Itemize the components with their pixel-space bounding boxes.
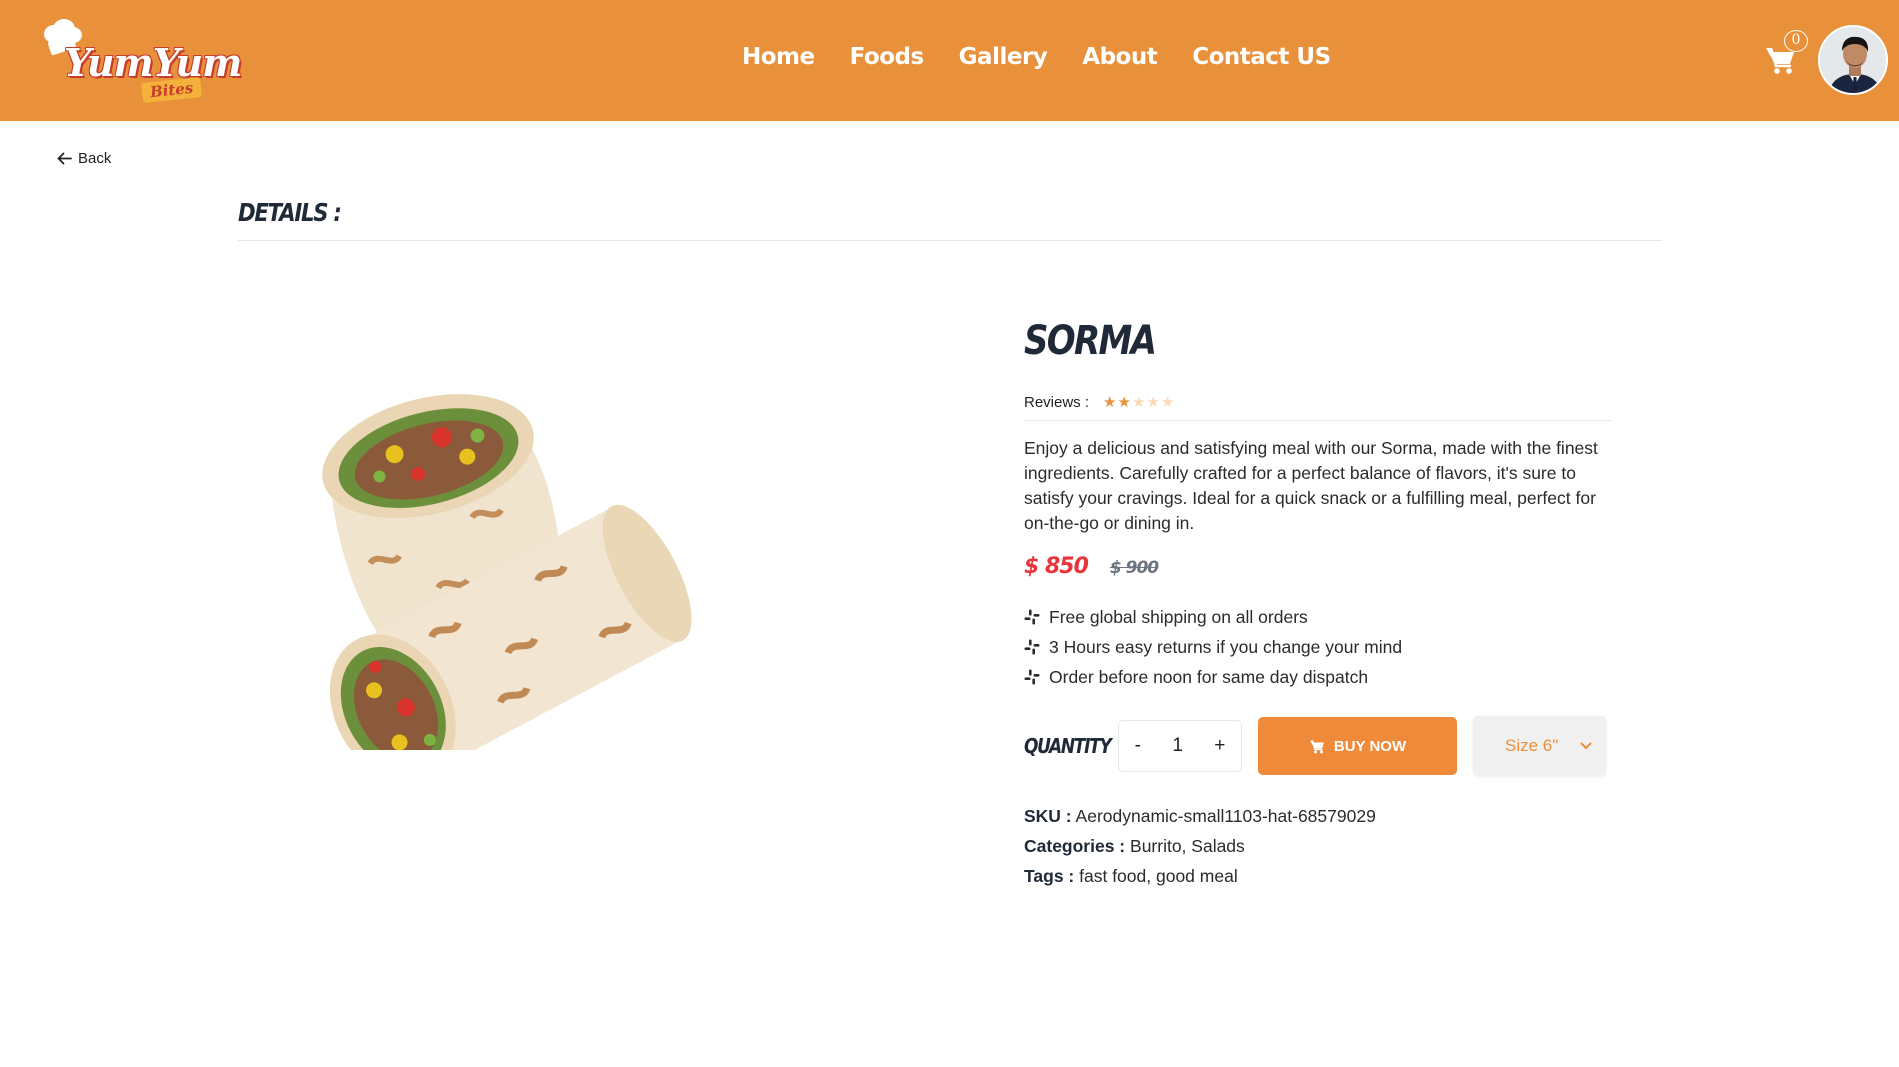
tags-value: fast food, good meal <box>1079 866 1238 886</box>
star-icon: ★ <box>1160 394 1175 411</box>
feature-item: Free global shipping on all orders <box>1024 602 1402 632</box>
feature-text: Free global shipping on all orders <box>1049 606 1308 627</box>
star-icon: ★ <box>1146 394 1160 411</box>
cart-count-badge: 0 <box>1784 30 1808 52</box>
size-select[interactable]: Size 6" <box>1473 716 1606 776</box>
price-current: $ 850 <box>1024 554 1089 579</box>
nav-contact[interactable]: Contact US <box>1192 44 1331 70</box>
back-link[interactable]: Back <box>57 150 111 167</box>
star-icon: ★ <box>1103 394 1117 411</box>
slack-icon <box>1024 669 1040 685</box>
tags-row: Tags : fast food, good meal <box>1024 866 1376 896</box>
logo[interactable]: YumYum Bites <box>38 18 242 104</box>
cart-icon <box>1309 739 1324 753</box>
categories-value: Burrito, Salads <box>1130 836 1245 856</box>
categories-row: Categories : Burrito, Salads <box>1024 836 1376 866</box>
back-label: Back <box>78 150 112 167</box>
feature-item: Order before noon for same day dispatch <box>1024 662 1402 692</box>
site-header: YumYum Bites Home Foods Gallery About Co… <box>0 0 1899 121</box>
buy-now-label: BUY NOW <box>1333 737 1407 755</box>
quantity-label: Quantity <box>1024 734 1112 758</box>
divider <box>1024 420 1612 421</box>
product-name: Sorma <box>1024 318 1157 364</box>
categories-label: Categories : <box>1024 836 1126 856</box>
reviews: Reviews : ★ ★ ★ ★ ★ <box>1024 394 1174 411</box>
sku-row: SKU : Aerodynamic-small1103-hat-68579029 <box>1024 806 1376 836</box>
feature-text: Order before noon for same day dispatch <box>1049 666 1369 687</box>
product-meta: SKU : Aerodynamic-small1103-hat-68579029… <box>1024 806 1376 896</box>
purchase-row: Quantity - 1 + BUY NOW Size 6" <box>1024 716 1606 776</box>
tags-label: Tags : <box>1024 866 1075 886</box>
divider <box>238 240 1662 241</box>
price-group: $ 850 $ 900 <box>1024 554 1159 579</box>
product-image <box>322 394 692 750</box>
rating-stars: ★ ★ ★ ★ ★ <box>1103 395 1174 410</box>
avatar-photo <box>1820 27 1886 93</box>
quantity-stepper: - 1 + <box>1118 720 1242 772</box>
nav-about[interactable]: About <box>1082 44 1157 70</box>
avatar[interactable] <box>1818 25 1888 95</box>
sku-label: SKU : <box>1024 806 1072 826</box>
nav-foods[interactable]: Foods <box>850 44 925 70</box>
price-old: $ 900 <box>1109 558 1159 578</box>
star-icon: ★ <box>1131 394 1146 411</box>
star-icon: ★ <box>1117 394 1131 411</box>
details-heading: Details : <box>238 198 342 227</box>
size-value: Size 6" <box>1505 736 1559 755</box>
slack-icon <box>1024 639 1040 655</box>
feature-list: Free global shipping on all orders 3 Hou… <box>1024 602 1402 692</box>
sku-value: Aerodynamic-small1103-hat-68579029 <box>1075 806 1376 826</box>
slack-icon <box>1024 609 1040 625</box>
quantity-value[interactable]: 1 <box>1166 735 1189 757</box>
product-description: Enjoy a delicious and satisfying meal wi… <box>1024 438 1598 533</box>
main-nav: Home Foods Gallery About Contact US <box>742 44 1331 70</box>
quantity-decrement-button[interactable]: - <box>1129 735 1147 757</box>
reviews-label: Reviews : <box>1024 394 1090 411</box>
nav-home[interactable]: Home <box>742 44 815 70</box>
nav-gallery[interactable]: Gallery <box>959 44 1048 70</box>
quantity-increment-button[interactable]: + <box>1208 735 1231 757</box>
chevron-down-icon <box>1580 742 1592 750</box>
feature-text: 3 Hours easy returns if you change your … <box>1049 636 1403 657</box>
feature-item: 3 Hours easy returns if you change your … <box>1024 632 1402 662</box>
buy-now-button[interactable]: BUY NOW <box>1258 717 1457 775</box>
arrow-left-icon <box>57 152 72 165</box>
logo-text: YumYum <box>64 40 242 85</box>
